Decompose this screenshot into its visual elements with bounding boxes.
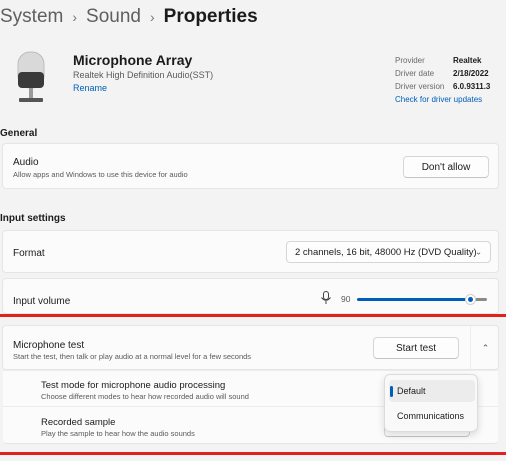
chevron-down-icon: ⌄: [475, 247, 482, 257]
breadcrumb-separator: ›: [149, 9, 155, 25]
test-mode-menu: Default Communications: [384, 374, 478, 432]
highlight-line-top: [0, 314, 506, 317]
microphone-test-title: Microphone test: [13, 340, 85, 351]
dont-allow-button[interactable]: Don't allow: [403, 156, 489, 178]
test-mode-desc: Choose different modes to hear how recor…: [41, 392, 249, 401]
breadcrumb-sound[interactable]: Sound: [86, 6, 141, 28]
driver-version-label: Driver version: [395, 82, 445, 91]
microphone-test-card: Microphone test Start the test, then tal…: [2, 325, 500, 371]
microphone-device-icon: [17, 51, 45, 102]
driver-date-value: 2/18/2022: [453, 69, 489, 78]
input-volume-card: Input volume: [2, 278, 499, 314]
volume-slider-thumb[interactable]: [465, 294, 476, 305]
driver-properties: Provider Realtek Driver date 2/18/2022 Dri…: [395, 54, 490, 106]
provider-value: Realtek: [453, 56, 482, 65]
rename-link[interactable]: Rename: [73, 83, 107, 93]
breadcrumb: System › Sound › Properties: [0, 4, 258, 30]
driver-date-label: Driver date: [395, 69, 435, 78]
start-test-button[interactable]: Start test: [373, 337, 459, 359]
audio-card: Audio Allow apps and Windows to use this…: [2, 143, 499, 189]
breadcrumb-separator: ›: [72, 9, 78, 25]
option-communications-label: Communications: [397, 411, 465, 421]
menu-option-communications[interactable]: Communications: [389, 405, 475, 427]
device-name: Microphone Array: [73, 52, 193, 68]
general-heading: General: [0, 128, 38, 139]
page-title: Properties: [163, 6, 258, 27]
format-dropdown[interactable]: 2 channels, 16 bit, 48000 Hz (DVD Qualit…: [286, 241, 491, 263]
audio-desc: Allow apps and Windows to use this devic…: [13, 170, 188, 179]
input-settings-heading: Input settings: [0, 213, 66, 224]
test-mode-title: Test mode for microphone audio processin…: [41, 380, 226, 391]
volume-value: 90: [341, 294, 351, 304]
format-card: Format 2 channels, 16 bit, 48000 Hz (DVD…: [2, 230, 499, 273]
chevron-up-icon[interactable]: ⌃: [470, 326, 500, 371]
provider-label: Provider: [395, 56, 425, 65]
check-driver-updates-link[interactable]: Check for driver updates: [395, 93, 482, 106]
device-driver-name: Realtek High Definition Audio(SST): [73, 70, 214, 80]
option-default-label: Default: [397, 386, 426, 396]
microphone-test-desc: Start the test, then talk or play audio …: [13, 352, 252, 361]
input-volume-label: Input volume: [13, 296, 71, 307]
recorded-sample-desc: Play the sample to hear how the audio so…: [41, 429, 195, 438]
microphone-icon[interactable]: [320, 291, 332, 305]
format-value: 2 channels, 16 bit, 48000 Hz (DVD Qualit…: [295, 246, 477, 258]
selected-indicator: [390, 386, 393, 397]
volume-slider-fill[interactable]: [357, 298, 473, 301]
breadcrumb-system[interactable]: System: [0, 6, 63, 28]
audio-title: Audio: [13, 157, 39, 168]
menu-option-default[interactable]: Default: [389, 380, 475, 402]
driver-version-value: 6.0.9311.3: [453, 82, 491, 91]
highlight-line-bottom: [0, 452, 506, 455]
recorded-sample-title: Recorded sample: [41, 417, 116, 428]
format-label: Format: [13, 248, 45, 259]
